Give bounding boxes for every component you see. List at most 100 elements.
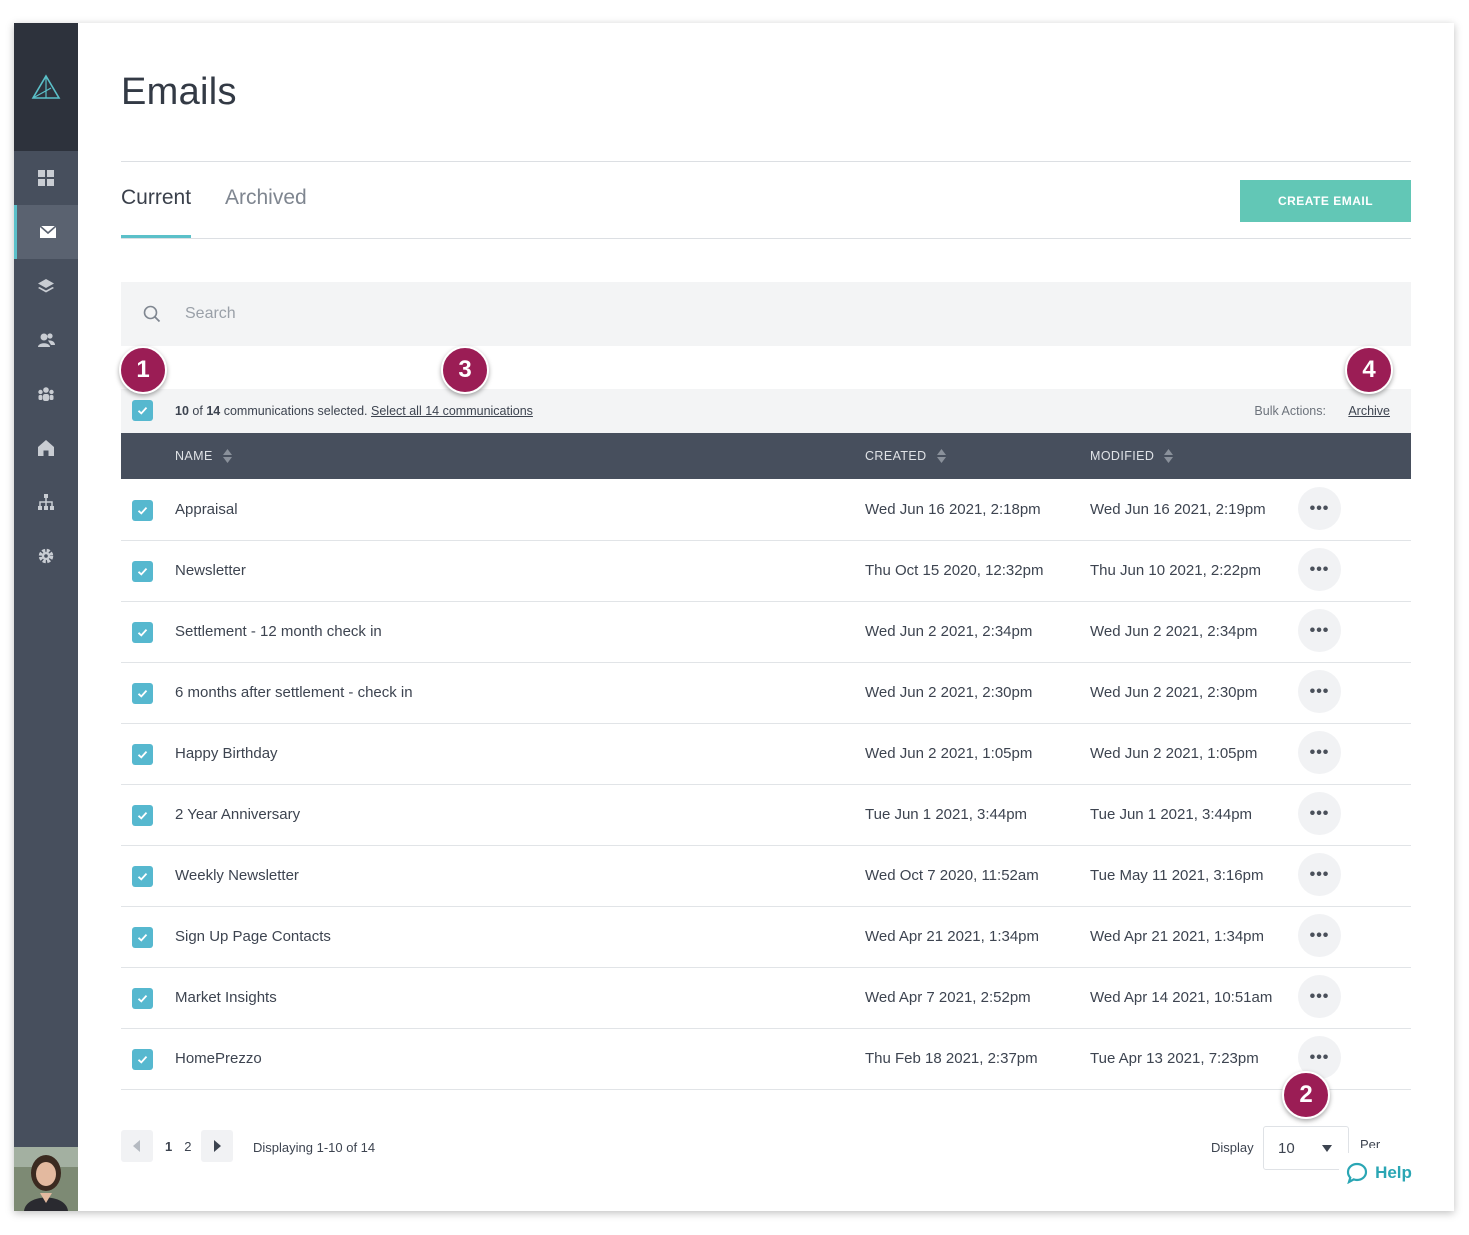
checkmark-icon [137,1055,148,1064]
created-date: Wed Jun 16 2021, 2:18pm [865,501,1041,518]
displaying-count: Displaying 1-10 of 14 [253,1140,376,1155]
row-checkbox[interactable] [132,744,153,765]
modified-date: Wed Jun 16 2021, 2:19pm [1090,501,1266,518]
logo[interactable] [14,23,78,151]
nav-dashboard[interactable] [14,151,78,205]
app-window: Emails Current Archived CREATE EMAIL 10 … [14,23,1454,1211]
nav-groups[interactable] [14,367,78,421]
next-page-button[interactable] [201,1130,234,1162]
email-name[interactable]: Sign Up Page Contacts [175,928,331,945]
divider [121,161,1411,162]
more-actions-button[interactable]: ••• [1298,670,1341,713]
email-name[interactable]: 2 Year Anniversary [175,806,300,823]
modified-date: Tue Jun 1 2021, 3:44pm [1090,806,1253,823]
created-date: Tue Jun 1 2021, 3:44pm [865,806,1028,823]
search-input[interactable] [185,305,1085,323]
column-header-name[interactable]: NAME [175,449,232,463]
select-all-checkbox[interactable] [132,400,153,421]
email-name[interactable]: Appraisal [175,501,238,518]
email-name[interactable]: Happy Birthday [175,745,278,762]
column-header-created[interactable]: CREATED [865,449,946,463]
help-button[interactable]: Help [1339,1153,1419,1193]
modified-date: Wed Jun 2 2021, 2:34pm [1090,623,1258,640]
per-page-value: 10 [1278,1139,1295,1157]
page-number[interactable]: 1 [165,1139,172,1154]
created-date: Wed Jun 2 2021, 1:05pm [865,745,1033,762]
table-row[interactable]: Appraisal Wed Jun 16 2021, 2:18pm Wed Jun … [121,480,1411,541]
select-all-link[interactable]: Select all 14 communications [371,404,533,418]
row-checkbox[interactable] [132,1049,153,1070]
nav-settings[interactable] [14,529,78,583]
nav-contacts[interactable] [14,313,78,367]
layers-icon [38,279,54,293]
checkmark-icon [137,567,148,576]
more-actions-button[interactable]: ••• [1298,975,1341,1018]
page-number[interactable]: 2 [184,1139,191,1154]
more-icon: ••• [1309,926,1330,944]
more-icon: ••• [1309,682,1330,700]
archive-link[interactable]: Archive [1348,404,1390,418]
more-actions-button[interactable]: ••• [1298,914,1341,957]
created-date: Wed Jun 2 2021, 2:34pm [865,623,1033,640]
org-chart-icon [38,494,54,510]
nav-emails[interactable] [14,205,78,259]
nav-org-chart[interactable] [14,475,78,529]
row-checkbox[interactable] [132,866,153,887]
row-checkbox[interactable] [132,622,153,643]
per-page-select[interactable]: 10 [1263,1126,1349,1170]
email-icon [38,225,57,238]
row-checkbox[interactable] [132,683,153,704]
callout-badge: 1 [119,346,167,394]
modified-date: Wed Jun 2 2021, 1:05pm [1090,745,1258,762]
more-actions-button[interactable]: ••• [1298,548,1341,591]
row-checkbox[interactable] [132,805,153,826]
table-row[interactable]: 6 months after settlement - check in Wed … [121,663,1411,724]
callout-badge: 4 [1345,346,1393,394]
table-row[interactable]: HomePrezzo Thu Feb 18 2021, 2:37pm Tue Apr… [121,1029,1411,1090]
more-actions-button[interactable]: ••• [1298,792,1341,835]
row-checkbox[interactable] [132,561,153,582]
email-name[interactable]: 6 months after settlement - check in [175,684,413,701]
column-header-label: MODIFIED [1090,449,1155,463]
nav-layers[interactable] [14,259,78,313]
email-name[interactable]: HomePrezzo [175,1050,262,1067]
row-checkbox[interactable] [132,927,153,948]
nav-home[interactable] [14,421,78,475]
more-icon: ••• [1309,621,1330,639]
tab-archived[interactable]: Archived [225,186,307,238]
table-row[interactable]: 2 Year Anniversary Tue Jun 1 2021, 3:44pm… [121,785,1411,846]
email-name[interactable]: Newsletter [175,562,246,579]
table-row[interactable]: Weekly Newsletter Wed Oct 7 2020, 11:52am… [121,846,1411,907]
selected-count: 10 [175,404,189,418]
table-row[interactable]: Happy Birthday Wed Jun 2 2021, 1:05pm Wed … [121,724,1411,785]
logo-icon [31,74,61,99]
selection-suffix: communications selected. [223,404,368,418]
prev-page-button[interactable] [121,1130,153,1162]
column-header-modified[interactable]: MODIFIED [1090,449,1174,463]
more-icon: ••• [1309,499,1330,517]
email-name[interactable]: Weekly Newsletter [175,867,299,884]
more-actions-button[interactable]: ••• [1298,487,1341,530]
selection-bar: 10 of 14 communications selected. Select… [121,389,1411,433]
more-icon: ••• [1309,560,1330,578]
table-row[interactable]: Sign Up Page Contacts Wed Apr 21 2021, 1:… [121,907,1411,968]
email-name[interactable]: Settlement - 12 month check in [175,623,382,640]
avatar[interactable] [14,1147,78,1211]
checkmark-icon [137,628,148,637]
tab-current[interactable]: Current [121,186,191,238]
more-actions-button[interactable]: ••• [1298,731,1341,774]
table-row[interactable]: Newsletter Thu Oct 15 2020, 12:32pm Thu Ju… [121,541,1411,602]
more-actions-button[interactable]: ••• [1298,853,1341,896]
of-label: of [192,404,203,418]
sidebar [14,23,78,1211]
table-row[interactable]: Settlement - 12 month check in Wed Jun 2 … [121,602,1411,663]
create-email-button[interactable]: CREATE EMAIL [1240,180,1411,222]
email-name[interactable]: Market Insights [175,989,277,1006]
row-checkbox[interactable] [132,500,153,521]
checkmark-icon [137,689,148,698]
table-row[interactable]: Market Insights Wed Apr 7 2021, 2:52pm Wed… [121,968,1411,1029]
more-actions-button[interactable]: ••• [1298,609,1341,652]
checkmark-icon [137,872,148,881]
row-checkbox[interactable] [132,988,153,1009]
checkmark-icon [137,933,148,942]
